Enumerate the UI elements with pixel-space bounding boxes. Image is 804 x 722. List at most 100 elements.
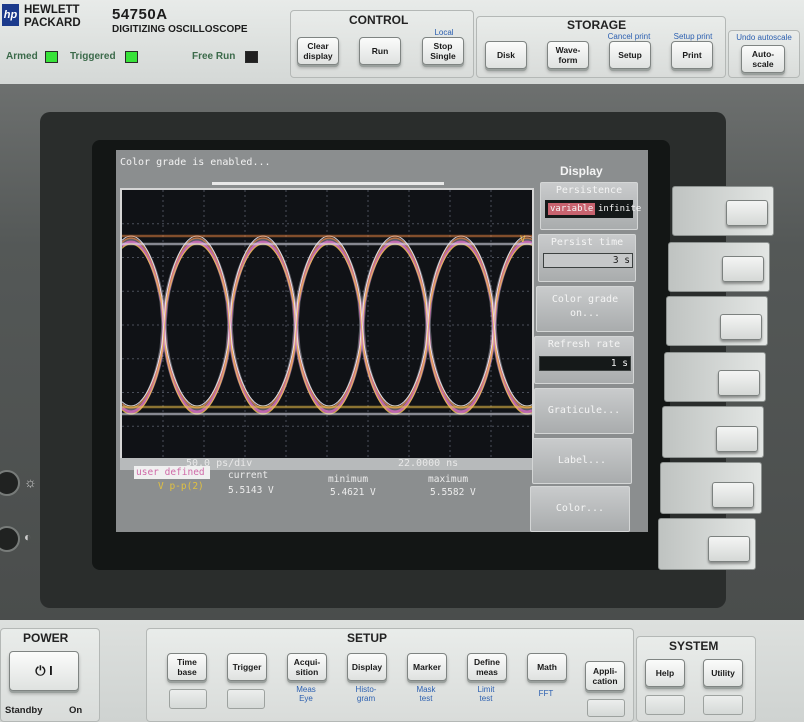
persistence-variable[interactable]: variable <box>548 203 596 215</box>
trigger-shift-key[interactable] <box>227 689 265 709</box>
persistence-options: variable infinite <box>545 200 641 218</box>
side-softkey-6[interactable] <box>712 482 754 508</box>
display-button[interactable]: Display <box>347 653 387 681</box>
color-grade-softkey[interactable]: Color grade on... <box>536 286 634 332</box>
disk-button[interactable]: Disk <box>485 41 527 69</box>
math-button[interactable]: Math <box>527 653 567 681</box>
application-shift-key[interactable] <box>587 699 625 717</box>
time-base-shift-key[interactable] <box>169 689 207 709</box>
setup-button[interactable]: Setup <box>609 41 651 69</box>
status-indicators: Armed Triggered Free Run <box>0 46 262 66</box>
model-subtitle: DIGITIZING OSCILLOSCOPE <box>112 24 248 35</box>
clear-display-button[interactable]: Clear display <box>297 37 339 65</box>
brand-name: HEWLETT PACKARD <box>24 4 81 30</box>
minimum-value: 5.4621 V <box>330 487 376 498</box>
graticule-softkey[interactable]: Graticule... <box>534 388 634 434</box>
maximum-value: 5.5582 V <box>430 487 476 498</box>
setup-title: SETUP <box>347 631 388 645</box>
persistence-label: Persistence <box>555 185 623 196</box>
armed-label: Armed <box>6 51 38 62</box>
menu-title: Display <box>560 164 603 178</box>
acquisition-button[interactable]: Acqui- sition <box>287 653 327 681</box>
waveform-button[interactable]: Wave- form <box>547 41 589 69</box>
persist-time-value[interactable]: 3 s <box>543 253 633 268</box>
setup-group: SETUP Time base Trigger Acqui- sition Me… <box>146 628 634 722</box>
setup-print-label: Setup print <box>673 32 713 41</box>
free-run-label: Free Run <box>192 51 236 62</box>
eye-trace <box>121 237 533 409</box>
system-group: SYSTEM Help Utility <box>636 636 756 722</box>
persist-time-label: Persist time <box>550 237 624 248</box>
brand-line1: HEWLETT <box>24 4 80 16</box>
side-softkey-4[interactable] <box>718 370 760 396</box>
autoscale-group: Undo autoscale Auto- scale <box>728 30 800 78</box>
side-softkey-2[interactable] <box>722 256 764 282</box>
refresh-rate-softkey[interactable]: Refresh rate 1 s <box>534 336 634 384</box>
time-position-label: 22.0000 ns <box>398 458 459 469</box>
limit-test-label: Limit test <box>477 685 495 703</box>
graticule-grid <box>122 190 532 460</box>
utility-button[interactable]: Utility <box>703 659 743 687</box>
color-softkey[interactable]: Color... <box>530 486 630 532</box>
define-meas-button[interactable]: Define meas <box>467 653 507 681</box>
histogram-label: Histo- gram <box>355 685 377 703</box>
persist-time-softkey[interactable]: Persist time 3 s <box>538 234 636 282</box>
label-softkey[interactable]: Label... <box>532 438 632 484</box>
storage-title: STORAGE <box>567 18 627 32</box>
eye-trace <box>121 237 533 409</box>
brightness-icon: ☼ <box>24 474 37 490</box>
marker-button[interactable]: Marker <box>407 653 447 681</box>
power-switch[interactable]: ⏻ I <box>9 651 79 691</box>
model-number: 54750A <box>112 6 168 23</box>
print-button[interactable]: Print <box>671 41 713 69</box>
on-label: On <box>69 705 83 716</box>
control-group: CONTROL Local Clear display Run Stop Sin… <box>290 10 474 78</box>
refresh-rate-label: Refresh rate <box>547 339 621 350</box>
run-button[interactable]: Run <box>359 37 401 65</box>
time-base-button[interactable]: Time base <box>167 653 207 681</box>
side-softkey-1[interactable] <box>726 200 768 226</box>
maximum-header: maximum <box>428 474 469 485</box>
undo-autoscale-label: Undo autoscale <box>736 33 792 42</box>
free-run-led-icon <box>245 51 258 63</box>
triggered-label: Triggered <box>70 51 116 62</box>
level-marker: V <box>520 235 526 245</box>
current-value: 5.5143 V <box>228 485 274 496</box>
system-title: SYSTEM <box>669 639 719 653</box>
power-group: POWER ⏻ I Standby On <box>0 628 100 722</box>
help-button[interactable]: Help <box>645 659 685 687</box>
top-panel: hp HEWLETT PACKARD 54750A DIGITIZING OSC… <box>0 0 804 84</box>
triggered-led-icon <box>125 51 138 63</box>
local-label: Local <box>434 28 454 37</box>
contrast-icon: ◐ <box>24 530 32 544</box>
bottom-panel: POWER ⏻ I Standby On SETUP Time base Tri… <box>0 620 804 722</box>
side-softkey-5[interactable] <box>716 426 758 452</box>
control-title: CONTROL <box>349 13 409 27</box>
source-tab[interactable]: user defined <box>136 467 205 478</box>
eye-diagram: V <box>120 190 533 460</box>
persistence-infinite[interactable]: infinite <box>598 203 641 215</box>
current-header: current <box>228 470 269 481</box>
side-softkey-7[interactable] <box>708 536 750 562</box>
help-shift-key[interactable] <box>645 695 685 715</box>
eye-trace <box>121 243 533 415</box>
stop-single-button[interactable]: Stop Single <box>422 37 464 65</box>
trigger-button[interactable]: Trigger <box>227 653 267 681</box>
waveform-plot: V <box>120 188 534 462</box>
power-title: POWER <box>23 631 69 645</box>
fft-label: FFT <box>538 689 554 698</box>
armed-led-icon <box>45 51 58 63</box>
progress-bar <box>212 182 444 185</box>
side-softkey-3[interactable] <box>720 314 762 340</box>
application-button[interactable]: Appli- cation <box>585 661 625 691</box>
minimum-header: minimum <box>328 474 369 485</box>
persistence-softkey[interactable]: Persistence variable infinite <box>540 182 641 230</box>
refresh-rate-value[interactable]: 1 s <box>539 356 631 371</box>
utility-shift-key[interactable] <box>703 695 743 715</box>
meas-eye-label: Meas Eye <box>296 685 316 703</box>
brand-line2: PACKARD <box>24 17 81 29</box>
cancel-print-label: Cancel print <box>607 32 651 41</box>
autoscale-button[interactable]: Auto- scale <box>741 45 785 73</box>
eye-trace <box>121 243 533 415</box>
storage-group: STORAGE Cancel print Setup print Disk Wa… <box>476 16 726 78</box>
